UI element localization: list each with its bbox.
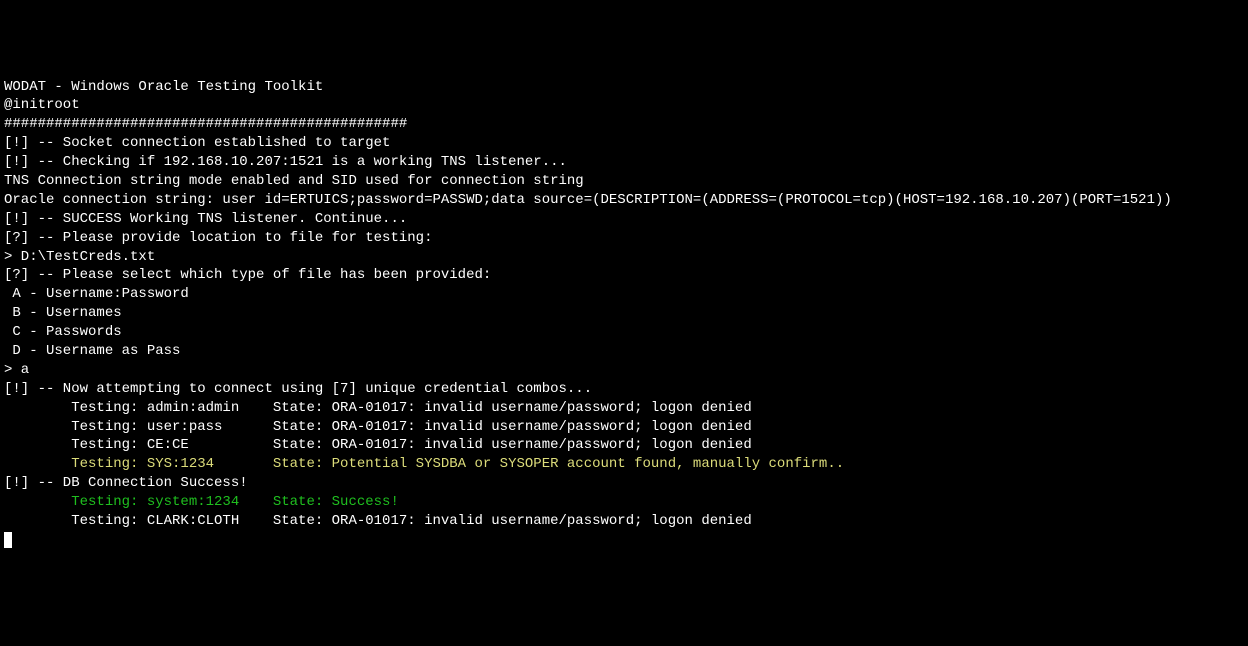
output-line-warning: Testing: SYS:1234 State: Potential SYSDB… (4, 455, 1244, 474)
output-line: > D:\TestCreds.txt (4, 248, 1244, 267)
output-line: Testing: user:pass State: ORA-01017: inv… (4, 418, 1244, 437)
output-line: [!] -- Socket connection established to … (4, 134, 1244, 153)
output-line: A - Username:Password (4, 285, 1244, 304)
output-line: [!] -- SUCCESS Working TNS listener. Con… (4, 210, 1244, 229)
output-line-success: Testing: system:1234 State: Success! (4, 493, 1244, 512)
output-line: Oracle connection string: user id=ERTUIC… (4, 191, 1244, 210)
output-line: B - Usernames (4, 304, 1244, 323)
output-line: WODAT - Windows Oracle Testing Toolkit (4, 78, 1244, 97)
output-line: [!] -- Checking if 192.168.10.207:1521 i… (4, 153, 1244, 172)
output-line: D - Username as Pass (4, 342, 1244, 361)
output-line: Testing: admin:admin State: ORA-01017: i… (4, 399, 1244, 418)
output-line: ########################################… (4, 115, 1244, 134)
output-line: C - Passwords (4, 323, 1244, 342)
output-line: [?] -- Please provide location to file f… (4, 229, 1244, 248)
output-line: [!] -- DB Connection Success! (4, 474, 1244, 493)
terminal-prompt[interactable] (4, 531, 1244, 550)
output-line: TNS Connection string mode enabled and S… (4, 172, 1244, 191)
terminal-output[interactable]: WODAT - Windows Oracle Testing Toolkit@i… (4, 78, 1244, 550)
cursor-icon (4, 532, 12, 548)
output-line: @initroot (4, 96, 1244, 115)
output-line: [!] -- Now attempting to connect using [… (4, 380, 1244, 399)
output-line: Testing: CLARK:CLOTH State: ORA-01017: i… (4, 512, 1244, 531)
output-line: [?] -- Please select which type of file … (4, 266, 1244, 285)
output-line: Testing: CE:CE State: ORA-01017: invalid… (4, 436, 1244, 455)
output-line: > a (4, 361, 1244, 380)
